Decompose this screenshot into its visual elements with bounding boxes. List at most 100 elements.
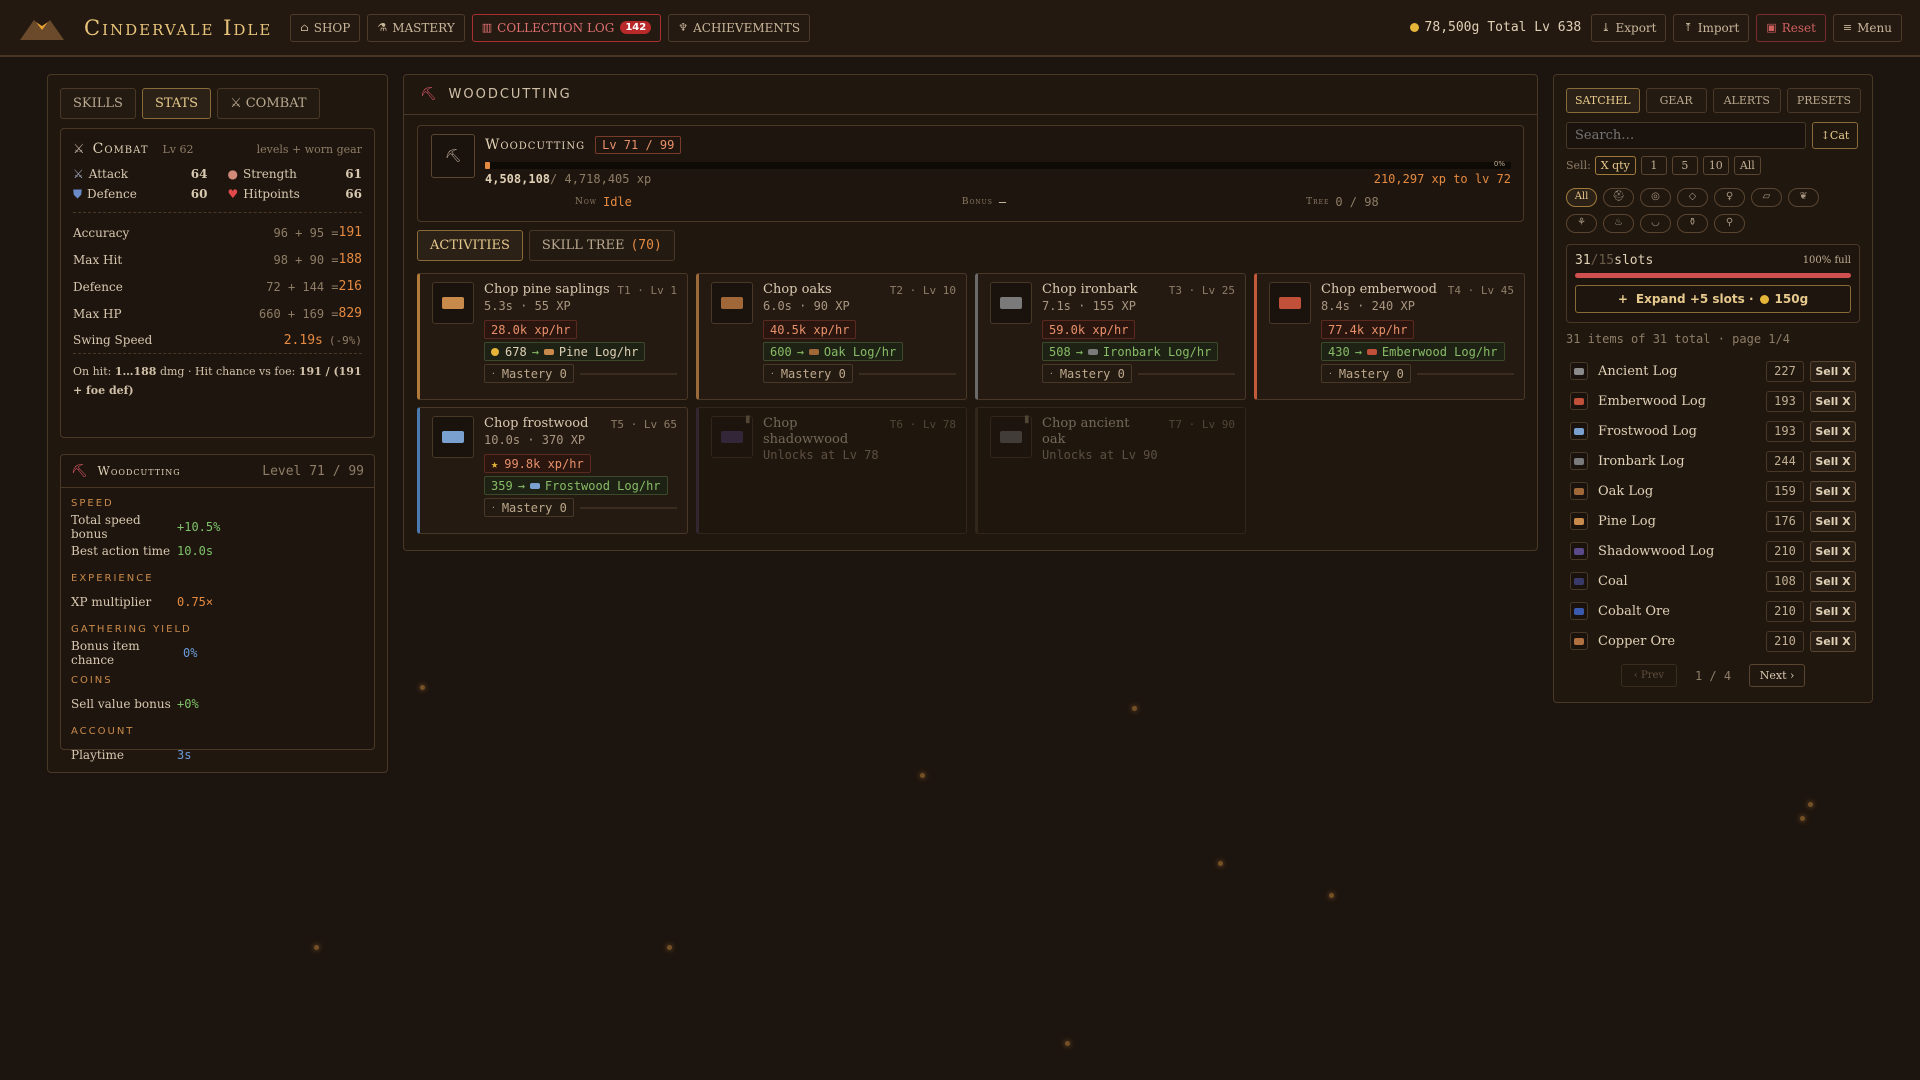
coin-icon <box>1409 23 1419 32</box>
category-all[interactable]: All <box>1566 187 1597 207</box>
achievements-button[interactable]: ♆ ACHIEVEMENTS <box>668 13 811 42</box>
menu-button[interactable]: ≡ Menu <box>1832 13 1902 42</box>
category-tree-icon[interactable]: ⚘ <box>1566 213 1597 233</box>
satchel-item-row[interactable]: Ancient Log 227 Sell X <box>1570 356 1856 386</box>
speed-bonus-value: +10.5% <box>177 520 221 534</box>
mastery-button[interactable]: ⚗ MASTERY <box>367 13 465 42</box>
reset-button[interactable]: ▣ Reset <box>1756 13 1826 42</box>
activity-meta: 6.0s · 90 XP <box>763 299 850 313</box>
sell-x-button[interactable]: Sell X <box>1810 390 1856 412</box>
activity-tier: T3 · Lv 25 <box>1168 284 1235 297</box>
combat-stat-calc: 96 + 95 = <box>273 225 339 240</box>
xp-progress-fill <box>485 162 491 169</box>
sell-qty-option[interactable]: All <box>1733 156 1761 175</box>
strength-value: 61 <box>345 167 362 181</box>
bonus-value: — <box>998 195 1007 209</box>
tab-skill-tree[interactable]: SKILL TREE (70) <box>528 230 675 261</box>
mastery-bar <box>1137 372 1235 375</box>
category-drop-icon[interactable]: ⚲ <box>1714 213 1745 233</box>
satchel-item-row[interactable]: Frostwood Log 193 Sell X <box>1570 416 1856 446</box>
category-flame-icon[interactable]: ♨ <box>1603 213 1634 233</box>
heart-icon: ♥ <box>227 187 239 201</box>
sell-qty-option[interactable]: 10 <box>1702 156 1729 175</box>
sell-x-button[interactable]: Sell X <box>1810 360 1856 382</box>
satchel-item-row[interactable]: Ironbark Log 244 Sell X <box>1570 446 1856 476</box>
sell-x-button[interactable]: Sell X <box>1810 510 1856 532</box>
tab-activities[interactable]: ACTIVITIES <box>417 230 523 261</box>
flame-logo-icon <box>20 19 64 40</box>
tab-alerts[interactable]: ALERTS <box>1712 88 1781 113</box>
shop-button[interactable]: ⌂ SHOP <box>290 13 361 42</box>
sell-x-button[interactable]: Sell X <box>1810 480 1856 502</box>
capacity-bar <box>1575 273 1851 278</box>
slots-used: 31 <box>1575 252 1591 268</box>
xp-rate-pill: ★ 99.8k xp/hr <box>484 454 591 473</box>
activity-card[interactable]: T2 · Lv 10 Chop oaks 6.0s · 90 XP 40.5k xp/… <box>696 273 967 400</box>
search-input[interactable] <box>1566 122 1806 149</box>
export-label: Export <box>1615 20 1657 35</box>
satchel-item-row[interactable]: Oak Log 159 Sell X <box>1570 476 1856 506</box>
sell-qty-option[interactable]: 5 <box>1671 156 1698 175</box>
category-herb-icon[interactable]: ❦ <box>1788 187 1819 207</box>
combat-summary-card: ⚔ Combat Lv 62 levels + worn gear ⚔ Attac… <box>60 128 375 438</box>
category-scroll-icon[interactable]: ▱ <box>1751 187 1782 207</box>
item-icon <box>1570 572 1588 590</box>
xp-rate-pill: 28.0k xp/hr <box>484 320 578 339</box>
sell-qty-option[interactable]: X qty <box>1594 156 1636 175</box>
import-button[interactable]: ⤒ Import <box>1673 13 1750 42</box>
activity-card[interactable]: T4 · Lv 45 Chop emberwood 8.4s · 240 XP 77.… <box>1254 273 1525 400</box>
sell-label: Sell: <box>1566 159 1591 172</box>
satchel-item-row[interactable]: Coal 108 Sell X <box>1570 566 1856 596</box>
tab-stats[interactable]: STATS <box>141 88 212 119</box>
yield-item: Oak Log/hr <box>823 344 897 359</box>
satchel-item-row[interactable]: Pine Log 176 Sell X <box>1570 506 1856 536</box>
tab-satchel[interactable]: SATCHEL <box>1566 88 1640 113</box>
item-name: Coal <box>1598 573 1628 589</box>
mastery-level: Mastery 0 <box>1059 366 1125 381</box>
item-quantity: 193 <box>1766 390 1804 412</box>
activity-card[interactable]: T3 · Lv 25 Chop ironbark 7.1s · 155 XP 59.0… <box>975 273 1246 400</box>
category-fish-icon[interactable]: ◇ <box>1677 187 1708 207</box>
prev-page-button[interactable]: ‹ Prev <box>1620 664 1677 687</box>
sell-x-button[interactable]: Sell X <box>1810 420 1856 442</box>
satchel-item-row[interactable]: Cobalt Ore 210 Sell X <box>1570 596 1856 626</box>
category-helmet-icon[interactable]: ⛑ <box>1603 187 1634 207</box>
section-title: WOODCUTTING <box>448 87 572 102</box>
dot-icon: · <box>1049 369 1054 378</box>
ember-particle <box>920 773 925 778</box>
activity-card[interactable]: T5 · Lv 65 Chop frostwood 10.0s · 370 XP ★ 9… <box>417 407 688 534</box>
item-quantity: 108 <box>1766 570 1804 592</box>
gold-amount: 78,500g <box>1424 20 1480 35</box>
log-icon <box>711 282 753 324</box>
activity-card[interactable]: T1 · Lv 1 Chop pine saplings 5.3s · 55 XP 2… <box>417 273 688 400</box>
satchel-item-row[interactable]: Copper Ore 210 Sell X <box>1570 626 1856 656</box>
sell-x-button[interactable]: Sell X <box>1810 540 1856 562</box>
sell-x-button[interactable]: Sell X <box>1810 630 1856 652</box>
category-potion-icon[interactable]: ⚱ <box>1677 213 1708 233</box>
next-page-button[interactable]: Next › <box>1749 664 1806 687</box>
tab-skills[interactable]: SKILLS <box>60 88 136 119</box>
axe-icon: ⛏ <box>71 463 88 479</box>
ember-particle <box>1065 1041 1070 1046</box>
sell-x-button[interactable]: Sell X <box>1810 570 1856 592</box>
expand-slots-button[interactable]: + Expand +5 slots · 150g <box>1575 285 1851 313</box>
category-pin-icon[interactable]: ♀ <box>1714 187 1745 207</box>
satchel-item-row[interactable]: Emberwood Log 193 Sell X <box>1570 386 1856 416</box>
category-ring-icon[interactable]: ◎ <box>1640 187 1671 207</box>
menu-label: Menu <box>1857 20 1892 35</box>
sell-x-button[interactable]: Sell X <box>1810 600 1856 622</box>
satchel-item-row[interactable]: Shadowwood Log 210 Sell X <box>1570 536 1856 566</box>
sell-x-button[interactable]: Sell X <box>1810 450 1856 472</box>
collection-count-badge: 142 <box>620 21 652 34</box>
collection-log-button[interactable]: ▥ COLLECTION LOG 142 <box>471 13 662 42</box>
coin-icon <box>1759 294 1769 304</box>
sell-qty-option[interactable]: 1 <box>1640 156 1667 175</box>
speed-heading: SPEED <box>71 498 114 509</box>
category-bowl-icon[interactable]: ◡ <box>1640 213 1671 233</box>
tab-presets[interactable]: PRESETS <box>1786 88 1862 113</box>
category-sort-button[interactable]: ↕ Cat <box>1812 122 1858 149</box>
activity-card: ▮ T7 · Lv 90 Chop ancient oak Unlocks at Lv… <box>975 407 1246 534</box>
tab-combat[interactable]: ⚔ COMBAT <box>217 88 320 119</box>
tab-gear[interactable]: GEAR <box>1645 88 1707 113</box>
export-button[interactable]: ⤓ Export <box>1591 13 1667 42</box>
